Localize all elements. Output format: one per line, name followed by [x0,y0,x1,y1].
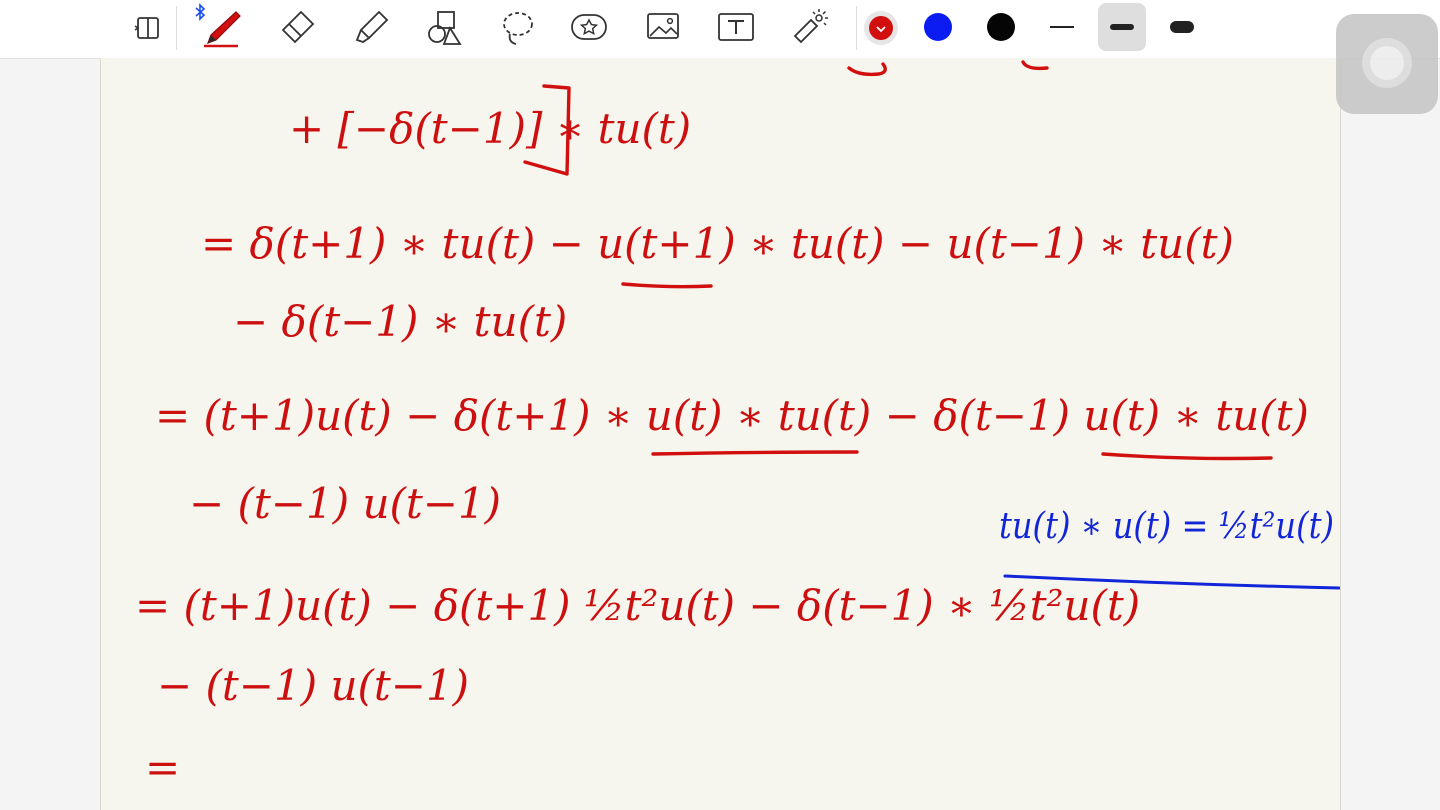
note-line-7: − (t−1) u(t−1) [157,661,469,710]
stroke-width-medium[interactable] [1098,3,1146,51]
assistive-touch-icon [1362,38,1412,88]
pen-icon [204,11,241,48]
image-icon [647,13,679,39]
pen-tool-button[interactable] [198,6,244,48]
text-tool-button[interactable] [713,6,759,48]
note-line-2: = δ(t+1) ∗ tu(t) − u(t+1) ∗ tu(t) − u(t−… [201,219,1234,268]
medium-line-icon [1110,24,1134,30]
stroke-width-thin[interactable] [1038,3,1086,51]
assistive-touch-button[interactable] [1336,14,1438,114]
note-line-5: − (t−1) u(t−1) [189,479,501,528]
eraser-tool-button[interactable] [273,6,319,48]
sticker-tool-button[interactable] [566,6,612,48]
stroke-width-thick[interactable] [1158,3,1206,51]
thick-line-icon [1170,21,1194,33]
color-swatch-blue[interactable] [924,13,952,41]
lasso-icon [503,12,533,45]
page-layout-button[interactable] [125,6,171,48]
toolbar-divider [176,6,177,50]
note-line-3: − δ(t−1) ∗ tu(t) [233,297,567,346]
shapes-icon [428,11,462,45]
toolbar-divider [856,6,857,50]
page-layout-icon [134,17,159,39]
ink-stroke [847,62,887,77]
laser-pointer-tool-button[interactable] [787,6,833,48]
laser-pointer-icon [793,9,828,44]
note-line-6: = (t+1)u(t) − δ(t+1) ½t²u(t) − δ(t−1) ∗ … [135,581,1140,630]
ink-stroke [1021,60,1049,71]
eraser-icon [281,10,315,44]
thin-line-icon [1050,26,1074,28]
highlighter-tool-button[interactable] [347,6,393,48]
highlighter-icon [355,10,389,43]
shapes-tool-button[interactable] [420,6,466,48]
underline-stroke [1101,452,1273,461]
sticker-icon [571,14,607,40]
note-line-4: = (t+1)u(t) − δ(t+1) ∗ u(t) ∗ tu(t) − δ(… [155,391,1309,440]
image-tool-button[interactable] [640,6,686,48]
note-line-1: + [−δ(t−1)] ∗ tu(t) [289,104,691,153]
text-tool-icon [718,13,754,41]
note-page[interactable]: + [−δ(t−1)] ∗ tu(t) = δ(t+1) ∗ tu(t) − u… [100,58,1341,810]
selected-check-icon [869,16,893,40]
side-note: tu(t) ∗ u(t) = ½t²u(t) [999,506,1334,547]
handwritten-math: + [−δ(t−1)] ∗ tu(t) = δ(t+1) ∗ tu(t) − u… [135,60,1340,792]
underline-stroke [621,282,713,289]
note-line-8: = [145,743,180,792]
color-swatch-black[interactable] [987,13,1015,41]
color-swatch-red[interactable] [864,11,898,45]
underline-stroke [651,450,859,456]
toolbar [0,0,1440,59]
lasso-tool-button[interactable] [494,6,540,48]
